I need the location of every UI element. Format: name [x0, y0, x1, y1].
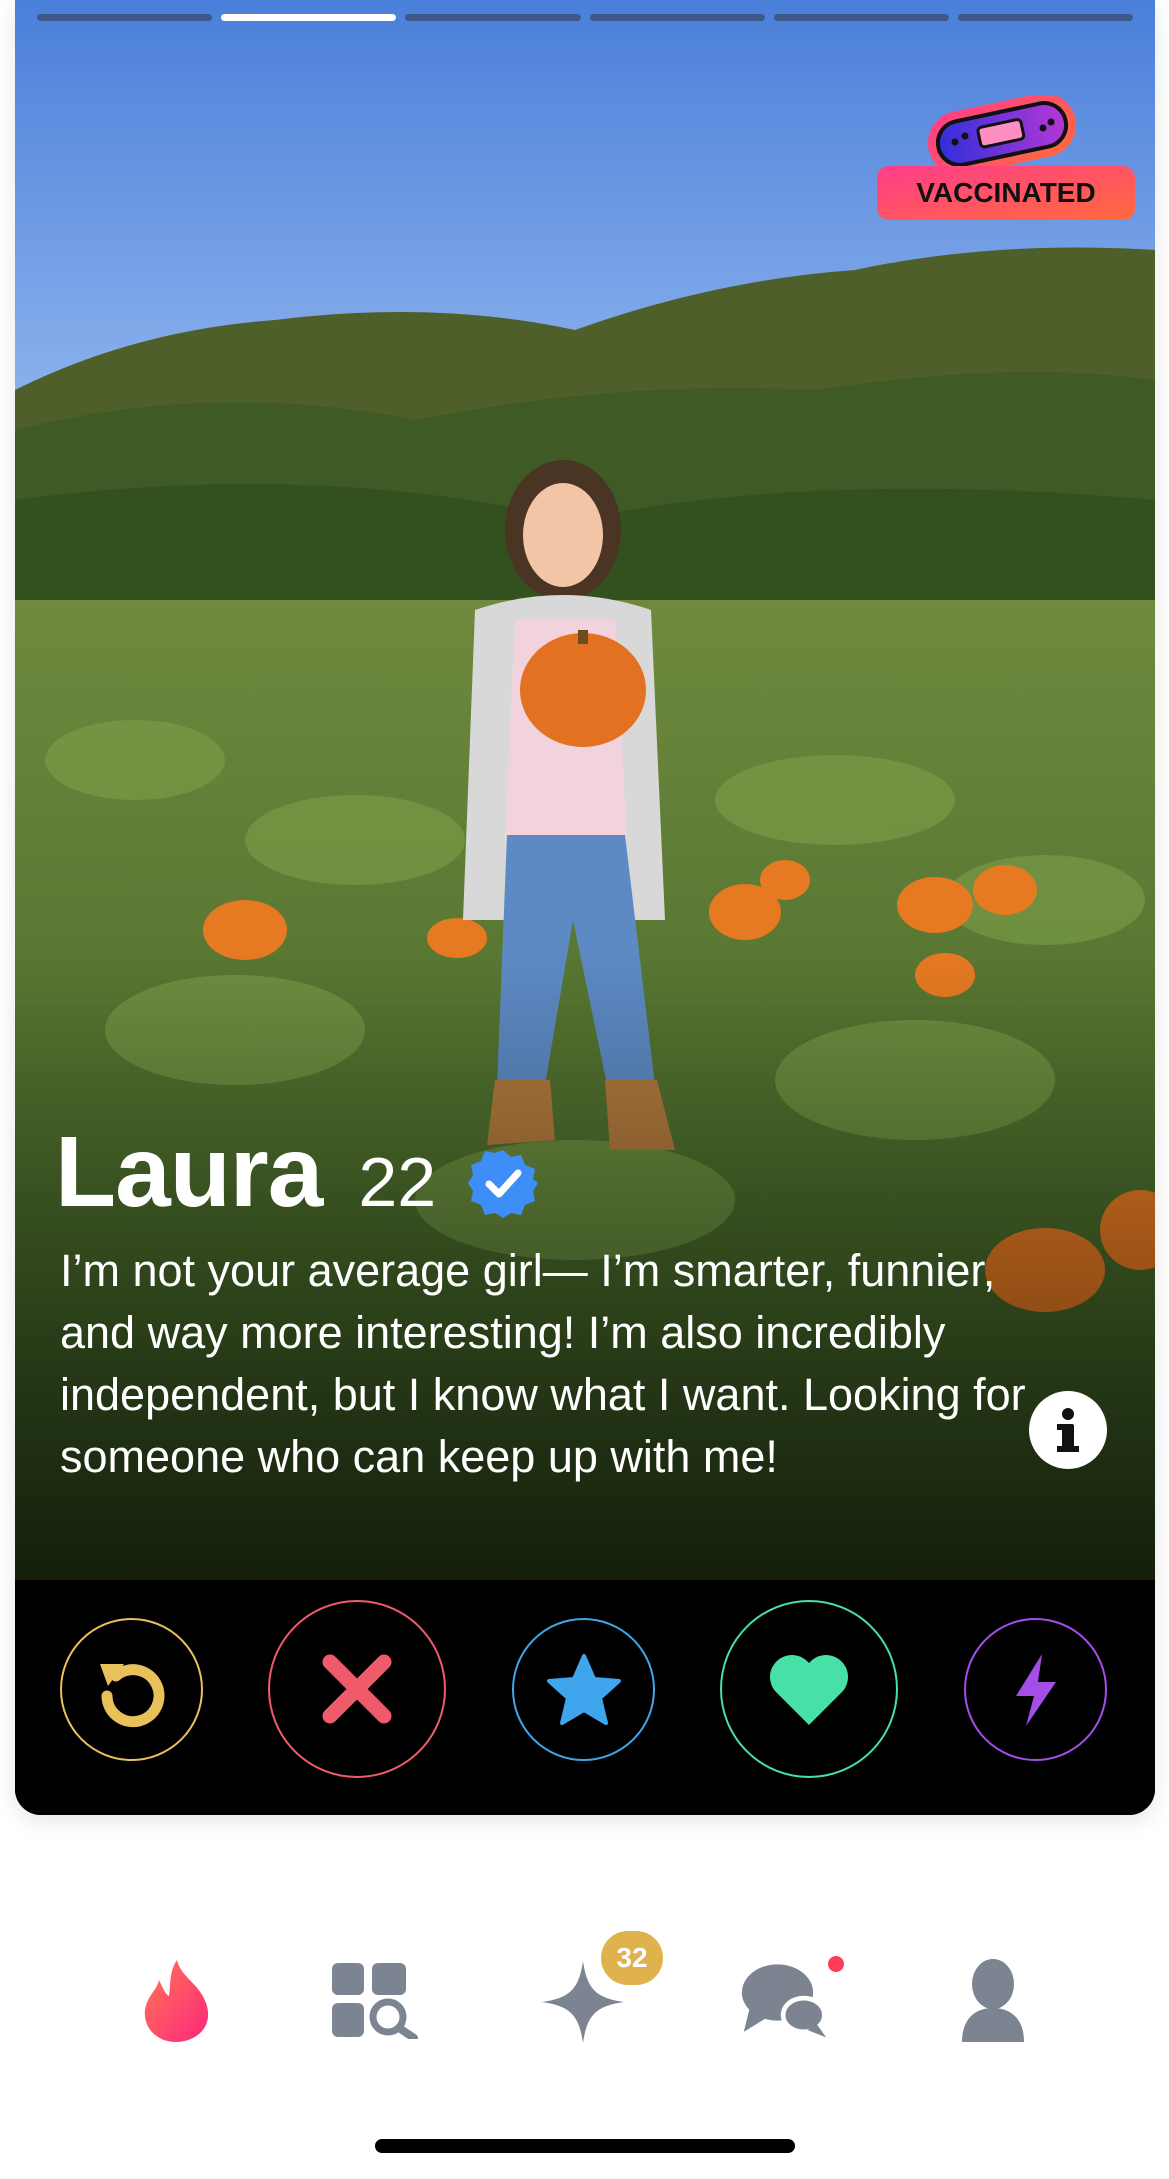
super-like-button[interactable] — [512, 1618, 655, 1761]
nope-button[interactable] — [268, 1600, 446, 1778]
progress-segment — [589, 14, 765, 21]
progress-segment — [405, 14, 581, 21]
home-indicator[interactable] — [375, 2139, 795, 2153]
profile-bio: I’m not your average girl— I’m smarter, … — [60, 1245, 1026, 1482]
flame-icon — [144, 1960, 209, 2042]
profile-header: Laura 22 — [55, 1115, 539, 1235]
progress-segment — [773, 14, 949, 21]
profile-name: Laura — [55, 1116, 323, 1228]
action-bar — [15, 1580, 1155, 1780]
info-icon — [1057, 1408, 1079, 1452]
nav-item-swipe[interactable] — [131, 1955, 221, 2045]
progress-segment — [957, 14, 1134, 21]
profile-icon — [962, 1959, 1024, 2042]
star-icon — [546, 1653, 621, 1725]
profile-card[interactable]: VACCINATED Laura 22 I’m not your average… — [15, 0, 1155, 1815]
vaccinated-badge: VACCINATED — [877, 96, 1135, 220]
like-button[interactable] — [720, 1600, 898, 1778]
unread-dot — [828, 1956, 844, 1972]
verified-check-icon — [468, 1150, 539, 1218]
close-icon — [322, 1654, 392, 1724]
likes-count-badge: 32 — [601, 1931, 663, 1985]
boost-button[interactable] — [964, 1618, 1107, 1761]
progress-segment — [37, 14, 213, 21]
rewind-button[interactable] — [60, 1618, 203, 1761]
info-button[interactable] — [1029, 1391, 1107, 1469]
profile-age: 22 — [358, 1143, 437, 1221]
profile-photo — [15, 0, 1155, 1815]
progress-segment-active — [221, 14, 397, 21]
nav-item-chat[interactable] — [740, 1955, 830, 2045]
photo-progress — [37, 14, 1134, 21]
chat-icon — [741, 1964, 827, 2038]
bottom-nav — [0, 1915, 1169, 2085]
lightning-icon — [1015, 1653, 1056, 1726]
nav-item-profile[interactable] — [948, 1955, 1038, 2045]
rewind-icon — [99, 1663, 164, 1727]
heart-icon — [769, 1654, 849, 1725]
nav-item-explore[interactable] — [330, 1955, 420, 2045]
explore-icon — [332, 1963, 418, 2039]
vaccinated-label: VACCINATED — [916, 177, 1095, 208]
